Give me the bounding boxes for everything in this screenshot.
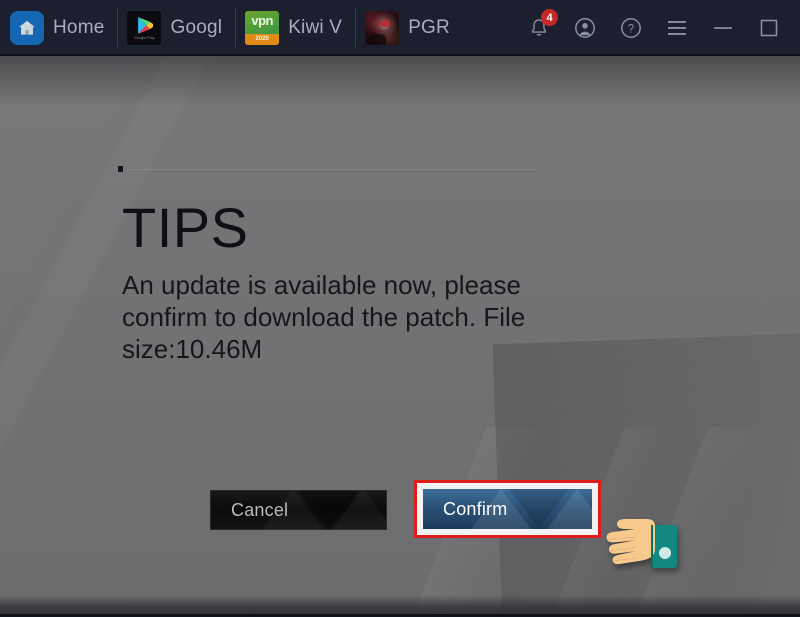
confirm-button-label: Confirm bbox=[443, 498, 508, 519]
google-play-icon: Google Play bbox=[127, 10, 162, 45]
tab-label: PGR bbox=[408, 16, 450, 38]
titlebar-divider bbox=[0, 54, 800, 56]
titlebar: Home Google Play Googl vpn 2020 Kiwi V P… bbox=[0, 0, 800, 55]
tab-google-play[interactable]: Google Play Googl bbox=[117, 0, 235, 55]
help-button[interactable]: ? bbox=[608, 0, 654, 55]
account-button[interactable] bbox=[562, 0, 608, 55]
confirm-button[interactable]: Confirm bbox=[423, 489, 592, 529]
tab-kiwi-vpn[interactable]: vpn 2020 Kiwi V bbox=[235, 0, 355, 55]
cancel-button-label: Cancel bbox=[231, 499, 289, 520]
tab-label: Kiwi V bbox=[288, 16, 343, 38]
emulator-window: Home Google Play Googl vpn 2020 Kiwi V P… bbox=[0, 0, 800, 617]
vpn-icon-text: vpn bbox=[251, 12, 273, 28]
tab-pgr[interactable]: PGR bbox=[355, 0, 463, 55]
update-dialog: TIPS An update is available now, please … bbox=[118, 165, 588, 365]
tab-label: Googl bbox=[170, 16, 223, 38]
avatar-shade-detail bbox=[368, 33, 387, 45]
notification-badge: 4 bbox=[541, 9, 558, 26]
android-screen: TIPS An update is available now, please … bbox=[0, 55, 800, 617]
menu-button[interactable] bbox=[654, 0, 700, 55]
dialog-divider bbox=[118, 165, 588, 177]
tab-label: Home bbox=[53, 16, 105, 38]
notifications-button[interactable]: 4 bbox=[516, 0, 562, 55]
hamburger-menu-icon bbox=[668, 20, 686, 35]
maximize-button[interactable] bbox=[746, 0, 792, 55]
home-icon bbox=[10, 10, 44, 45]
account-icon bbox=[575, 17, 595, 38]
cancel-button[interactable]: Cancel bbox=[210, 490, 387, 530]
system-controls: 4 ? bbox=[516, 0, 800, 55]
avatar-bow-detail bbox=[380, 19, 392, 27]
pointing-hand-cursor bbox=[606, 519, 677, 568]
dialog-bullet-dot bbox=[118, 166, 123, 172]
dialog-message: An update is available now, please confi… bbox=[122, 270, 526, 364]
confirm-button-highlight: Confirm bbox=[414, 480, 601, 538]
maximize-icon bbox=[760, 19, 778, 36]
pgr-avatar-icon bbox=[365, 10, 400, 45]
google-play-caption: Google Play bbox=[134, 35, 155, 40]
vpn-icon: vpn 2020 bbox=[245, 10, 280, 45]
help-icon: ? bbox=[621, 17, 641, 38]
svg-text:?: ? bbox=[628, 23, 634, 35]
tab-home[interactable]: Home bbox=[0, 0, 117, 55]
minimize-button[interactable] bbox=[700, 0, 746, 55]
vpn-icon-year: 2020 bbox=[245, 33, 280, 45]
dialog-title: TIPS bbox=[122, 196, 249, 259]
minimize-icon bbox=[714, 26, 732, 29]
